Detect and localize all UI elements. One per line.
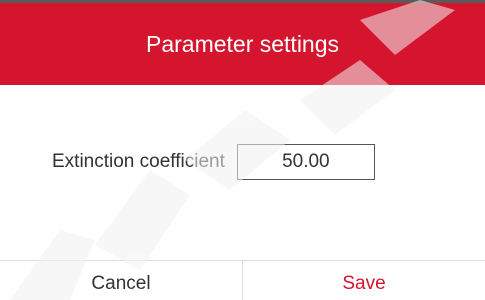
dialog-footer: Cancel Save bbox=[0, 260, 485, 300]
extinction-coefficient-row: Extinction coefficient bbox=[52, 144, 375, 180]
cancel-button[interactable]: Cancel bbox=[0, 261, 243, 300]
extinction-coefficient-input[interactable] bbox=[236, 144, 375, 180]
dialog-body: Extinction coefficient bbox=[0, 85, 485, 260]
save-button[interactable]: Save bbox=[243, 261, 485, 300]
dialog-header: Parameter settings bbox=[0, 3, 485, 85]
dialog-title: Parameter settings bbox=[145, 30, 340, 57]
parameter-settings-dialog: Parameter settings Extinction coefficien… bbox=[0, 0, 485, 300]
extinction-coefficient-label: Extinction coefficient bbox=[52, 151, 225, 172]
